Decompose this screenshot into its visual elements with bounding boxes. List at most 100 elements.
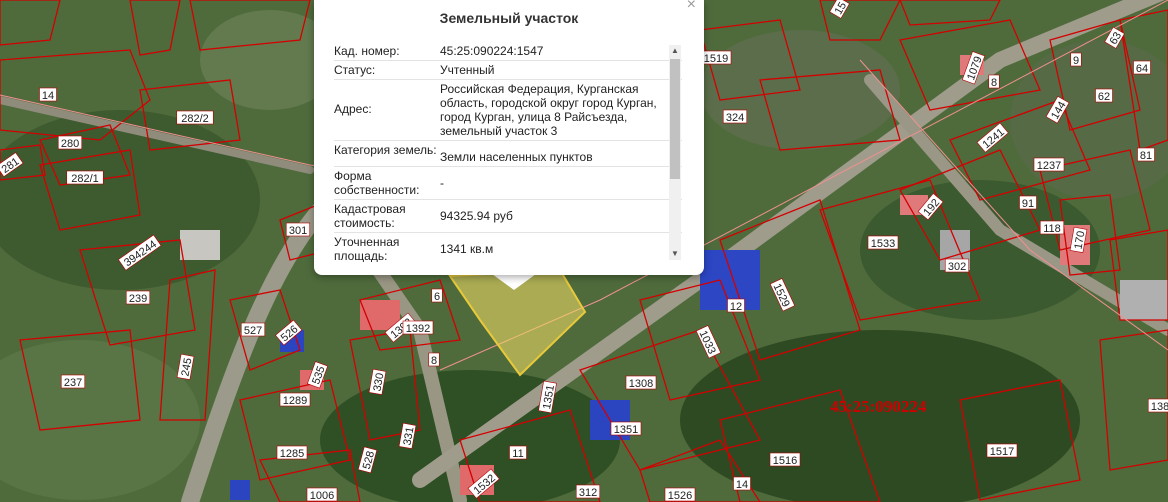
parcel-number-label: 282/1 [66,170,104,185]
popup-title: Земельный участок [439,10,579,26]
parcel-number-text: 14 [736,479,748,491]
parcel-number-text: 64 [1136,63,1148,75]
parcel-number-label: 237 [60,374,86,389]
parcel-number-label: 1533 [867,235,899,250]
parcel-number-text: 138 [1151,401,1168,413]
parcel-number-label: 239 [125,290,151,305]
parcel-number-label: 1308 [625,375,657,390]
parcel-number-label: 12 [727,298,745,313]
parcel-number-text: 118 [1043,223,1061,235]
parcel-number-text: 239 [129,293,147,305]
parcel-number-text: 282/1 [71,173,99,185]
row-value: 1341 кв.м [440,242,494,256]
parcel-number-text: 324 [726,112,744,124]
parcel-number-label: 1517 [986,443,1018,458]
parcel-number-text: 280 [61,138,79,150]
parcel-number-label: 282/2 [176,110,214,125]
info-row: Форма собственности: - [334,167,682,200]
parcel-number-text: 1351 [614,424,638,436]
info-row: Кад. номер: 45:25:090224:1547 [334,42,682,61]
popup-body: Кад. номер: 45:25:090224:1547 Статус: Уч… [334,42,682,262]
parcel-number-label: 91 [1019,195,1037,210]
parcel-number-label: 1516 [769,452,801,467]
parcel-number-text: 1533 [871,238,895,250]
parcel-number-text: 1517 [990,446,1014,458]
info-row: Статус: Учтенный [334,61,682,80]
parcel-number-label: 324 [722,109,748,124]
row-key: Форма собственности: [334,169,420,197]
popup-pointer [492,274,536,290]
row-key: Уточненная площадь: [334,235,400,262]
scrollbar-thumb[interactable] [670,59,680,179]
row-value: - [440,176,444,190]
parcel-number-text: 6 [434,291,440,303]
info-row: Адрес: Российская Федерация, Курганская … [334,80,682,141]
close-icon[interactable]: × [687,0,696,14]
parcel-number-label: 1392 [402,320,434,335]
parcel-number-label: 118 [1039,220,1065,235]
row-key: Категория земель: [334,143,437,157]
parcel-number-text: 1285 [280,448,304,460]
parcel-number-label: 312 [575,484,601,499]
parcel-number-label: 64 [1133,60,1151,75]
parcel-number-label: 11 [509,445,527,460]
parcel-number-label: 280 [57,135,83,150]
parcel-number-text: 8 [991,77,997,89]
parcel-number-text: 14 [42,90,54,102]
row-key: Кад. номер: [334,44,400,58]
parcel-number-label: 1519 [700,50,732,65]
parcel-number-label: 6 [431,288,443,303]
row-key: Адрес: [334,102,372,116]
row-value: Земли населенных пунктов [440,150,593,164]
info-row: Категория земель: Земли населенных пункт… [334,141,682,167]
scroll-down-icon[interactable]: ▼ [669,248,681,260]
parcel-number-text: 1519 [704,53,728,65]
parcel-number-label: 1526 [664,487,696,502]
parcel-number-text: 1006 [310,490,334,502]
parcel-number-text: 81 [1140,150,1152,162]
row-key: Кадастровая стоимость: [334,202,406,230]
parcel-number-label: 1237 [1033,157,1065,172]
parcel-number-label: 138 [1147,398,1168,413]
parcel-number-label: 1351 [610,421,642,436]
parcel-number-label: 8 [428,352,440,367]
info-row: Кадастровая стоимость: 94325.94 руб [334,200,682,233]
parcel-number-text: 1392 [406,323,430,335]
popup-scrollbar[interactable]: ▲ ▼ [669,45,681,260]
parcel-number-text: 302 [948,261,966,273]
parcel-number-label: 14 [39,87,57,102]
parcel-number-label: 62 [1095,88,1113,103]
parcel-number-text: 301 [289,225,307,237]
parcel-number-text: 282/2 [181,113,209,125]
parcel-number-label: 1006 [306,487,338,502]
parcel-number-text: 8 [431,355,437,367]
parcel-number-text: 91 [1022,198,1034,210]
parcel-number-text: 9 [1073,55,1079,67]
info-row: Уточненная площадь: 1341 кв.м [334,233,682,262]
parcel-number-label: 81 [1137,147,1155,162]
parcel-number-text: 312 [579,487,597,499]
row-key: Статус: [334,63,376,77]
parcel-number-label: 14 [733,476,751,491]
parcel-number-text: 1526 [668,490,692,502]
parcel-number-label: 527 [240,322,266,337]
parcel-number-text: 1237 [1037,160,1061,172]
parcel-number-text: 527 [244,325,262,337]
cadastral-quarter-code: 45:25:090224 [830,397,927,416]
parcel-number-text: 1516 [773,455,797,467]
parcel-number-text: 1289 [283,395,307,407]
parcel-number-label: 9 [1070,52,1082,67]
parcel-number-label: 301 [285,222,311,237]
parcel-number-text: 11 [512,448,523,460]
parcel-number-text: 1308 [629,378,653,390]
parcel-number-label: 1285 [276,445,308,460]
row-value: 94325.94 руб [440,209,513,223]
row-value: Учтенный [440,63,495,77]
scroll-up-icon[interactable]: ▲ [669,45,681,57]
parcel-number-text: 237 [64,377,82,389]
parcel-number-label: 8 [988,74,1000,89]
parcel-info-popup: Земельный участок × Кад. номер: 45:25:09… [314,0,704,275]
parcel-number-text: 62 [1098,91,1110,103]
row-value: 45:25:090224:1547 [440,44,544,58]
parcel-number-label: 1289 [279,392,311,407]
